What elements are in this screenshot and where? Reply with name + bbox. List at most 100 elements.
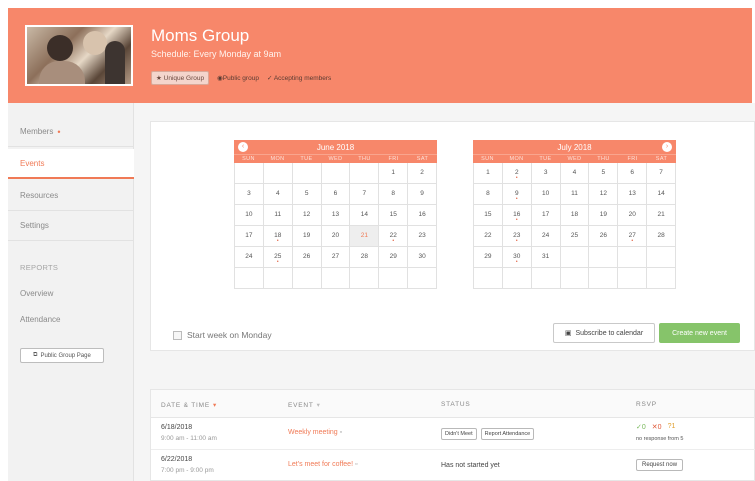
month-header: ‹ June 2018	[234, 140, 437, 154]
event-link[interactable]: Let's meet for coffee! ▫	[288, 461, 357, 468]
calendar-day[interactable]: 11	[560, 184, 590, 205]
sort-arrow-icon: ▾	[213, 402, 218, 409]
calendar-day[interactable]: 31	[531, 247, 561, 268]
event-marker-icon: •	[515, 196, 518, 202]
sidebar-item-attendance[interactable]: Attendance	[20, 315, 60, 324]
rsvp-no-response: no response from 5	[636, 436, 684, 442]
calendar-day[interactable]: 22 •	[379, 226, 409, 247]
calendar-empty-cell	[589, 268, 619, 289]
start-week-option[interactable]: Start week on Monday	[173, 330, 272, 340]
calendar-day[interactable]: 14	[647, 184, 676, 205]
events-table: DATE & TIME ▾ EVENT ▾ STATUS RSVP 6/18/201…	[150, 389, 755, 481]
sidebar-item-events[interactable]: Events	[8, 149, 134, 179]
calendar-day[interactable]: 26	[589, 226, 619, 247]
event-marker-icon: •	[631, 238, 634, 244]
calendar-empty-cell	[263, 163, 293, 184]
calendar-day[interactable]: 11	[263, 205, 293, 226]
calendar-empty-cell	[263, 268, 293, 289]
calendar-day[interactable]: 7	[350, 184, 380, 205]
calendar-day[interactable]: 9 •	[502, 184, 532, 205]
calendar-day[interactable]: 3	[531, 163, 561, 184]
calendar-day[interactable]: 27 •	[618, 226, 648, 247]
calendar-day[interactable]: 7	[647, 163, 676, 184]
calendar-day[interactable]: 29	[474, 247, 503, 268]
calendar-day[interactable]: 5	[589, 163, 619, 184]
calendar-day[interactable]: 4	[560, 163, 590, 184]
sort-arrow-icon: ▾	[316, 402, 321, 409]
calendar-day[interactable]: 5	[292, 184, 322, 205]
request-now-button[interactable]: Request now	[636, 459, 684, 471]
calendar-icon: ▫	[339, 429, 343, 436]
calendar-icon: ▫	[354, 461, 358, 468]
calendar-day[interactable]: 28	[350, 247, 380, 268]
calendar-day[interactable]: 15	[474, 205, 503, 226]
calendar-day[interactable]: 21	[350, 226, 380, 247]
calendar-day[interactable]: 23	[408, 226, 437, 247]
calendar-day[interactable]: 6	[618, 163, 648, 184]
calendar-day[interactable]: 29	[379, 247, 409, 268]
table-header: DATE & TIME ▾ EVENT ▾ STATUS RSVP	[151, 390, 754, 418]
public-group-page-button[interactable]: ⧉ Public Group Page	[20, 348, 104, 363]
calendar-day[interactable]: 10	[531, 184, 561, 205]
didnt-meet-button[interactable]: Didn't Meet	[441, 428, 477, 440]
public-group-tag: ◉Public group	[217, 75, 259, 82]
calendar-day[interactable]: 1	[474, 163, 503, 184]
sidebar-item-members[interactable]: Members •	[8, 117, 134, 147]
external-link-icon: ⧉	[33, 352, 38, 358]
calendar-day[interactable]: 15	[379, 205, 409, 226]
event-column-header[interactable]: EVENT ▾	[288, 401, 321, 409]
calendar-day[interactable]: 12	[292, 205, 322, 226]
calendar-day[interactable]: 16	[408, 205, 437, 226]
calendar-day[interactable]: 4	[263, 184, 293, 205]
sidebar-item-settings[interactable]: Settings	[8, 211, 134, 241]
calendar-day[interactable]: 16 •	[502, 205, 532, 226]
calendar-day[interactable]: 19	[292, 226, 322, 247]
rsvp-column-header: RSVP	[636, 401, 657, 408]
create-event-button[interactable]: Create new event	[659, 323, 740, 343]
calendar-day[interactable]: 12	[589, 184, 619, 205]
calendar-day[interactable]: 8	[379, 184, 409, 205]
calendar-day[interactable]: 21	[647, 205, 676, 226]
calendar-day[interactable]: 23 •	[502, 226, 532, 247]
prev-month-icon[interactable]: ‹	[238, 142, 248, 152]
calendar-day[interactable]: 17	[235, 226, 264, 247]
calendar-day[interactable]: 2 •	[502, 163, 532, 184]
date-column-header[interactable]: DATE & TIME ▾	[161, 401, 217, 409]
calendar-day[interactable]: 14	[350, 205, 380, 226]
sidebar-item-resources[interactable]: Resources	[8, 181, 134, 211]
calendar-day[interactable]: 1	[379, 163, 409, 184]
calendar-day[interactable]: 30	[408, 247, 437, 268]
calendar-day[interactable]: 25	[560, 226, 590, 247]
sidebar-item-overview[interactable]: Overview	[20, 289, 53, 298]
calendar-day[interactable]: 6	[321, 184, 351, 205]
calendar-day[interactable]: 8	[474, 184, 503, 205]
start-week-checkbox[interactable]	[173, 330, 182, 340]
calendar-day[interactable]: 27	[321, 247, 351, 268]
group-schedule: Schedule: Every Monday at 9am	[151, 49, 282, 59]
calendar-empty-cell	[647, 247, 676, 268]
report-attendance-button[interactable]: Report Attendance	[480, 428, 535, 440]
calendar-day[interactable]: 20	[321, 226, 351, 247]
calendar-day[interactable]: 13	[321, 205, 351, 226]
calendar-day[interactable]: 20	[618, 205, 648, 226]
calendar-day[interactable]: 30 •	[502, 247, 532, 268]
calendar-day[interactable]: 24	[235, 247, 264, 268]
calendar-day[interactable]: 28	[647, 226, 676, 247]
calendar-day[interactable]: 22	[474, 226, 503, 247]
event-time: 9:00 am - 11:00 am	[161, 435, 217, 442]
calendar-day[interactable]: 18 •	[263, 226, 293, 247]
calendar-day[interactable]: 17	[531, 205, 561, 226]
calendar-day[interactable]: 26	[292, 247, 322, 268]
calendar-day[interactable]: 2	[408, 163, 437, 184]
calendar-day[interactable]: 3	[235, 184, 264, 205]
calendar-day[interactable]: 24	[531, 226, 561, 247]
calendar-day[interactable]: 9	[408, 184, 437, 205]
calendar-day[interactable]: 19	[589, 205, 619, 226]
calendar-day[interactable]: 10	[235, 205, 264, 226]
next-month-icon[interactable]: ›	[662, 142, 672, 152]
calendar-day[interactable]: 13	[618, 184, 648, 205]
subscribe-calendar-button[interactable]: ▣ Subscribe to calendar	[553, 323, 655, 343]
calendar-day[interactable]: 18	[560, 205, 590, 226]
event-link[interactable]: Weekly meeting ▫	[288, 429, 342, 436]
calendar-day[interactable]: 25 •	[263, 247, 293, 268]
